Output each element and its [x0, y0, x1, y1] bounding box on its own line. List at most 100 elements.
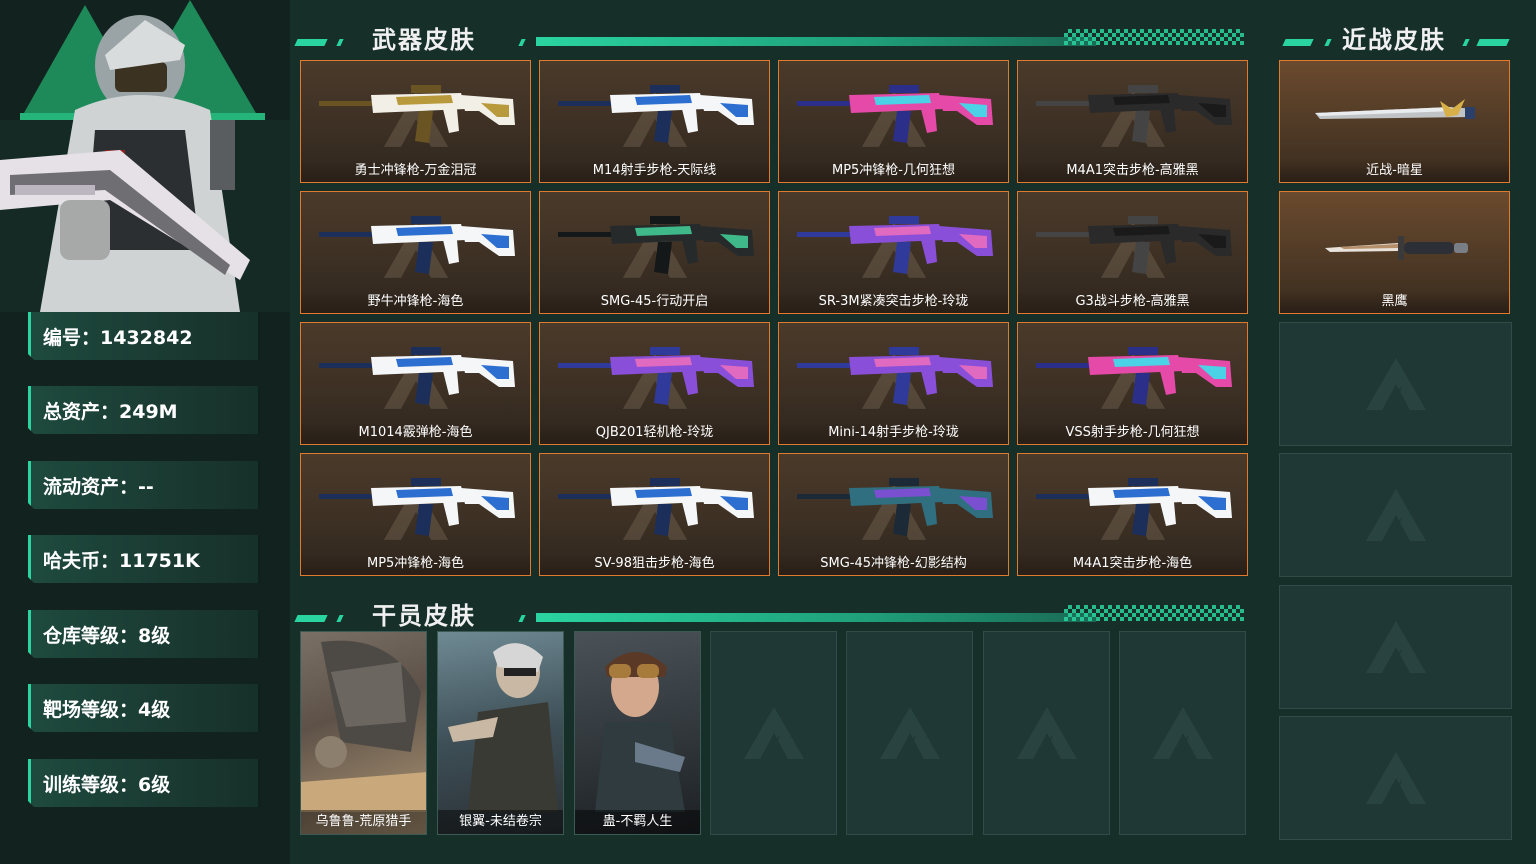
- empty-melee-slot[interactable]: [1279, 716, 1512, 840]
- weapon-skin-card[interactable]: 勇士冲锋枪-万金泪冠: [300, 60, 531, 183]
- empty-operator-slot[interactable]: [983, 631, 1110, 835]
- gun-icon: [558, 216, 754, 274]
- melee-skin-card[interactable]: 黑鹰: [1279, 191, 1510, 314]
- weapon-skin-card[interactable]: MP5冲锋枪-几何狂想: [778, 60, 1009, 183]
- brand-watermark-icon: [1016, 707, 1077, 759]
- weapon-skin-name: Mini-14射手步枪-玲珑: [779, 422, 1008, 444]
- brand-logo-backdrop: [0, 0, 290, 312]
- weapon-skin-name: M1014霰弹枪-海色: [301, 422, 530, 444]
- knife-icon: [1315, 99, 1475, 119]
- weapon-skin-name: 野牛冲锋枪-海色: [301, 291, 530, 313]
- operator-portrait-image: [448, 643, 558, 812]
- brand-watermark-icon: [1365, 621, 1426, 673]
- empty-operator-slot[interactable]: [1119, 631, 1246, 835]
- weapon-skin-name: SV-98狙击步枪-海色: [540, 553, 769, 575]
- gun-icon: [1036, 85, 1232, 143]
- operator-skin-name: 乌鲁鲁-荒原猎手: [301, 810, 426, 834]
- stat-warehouse-level-text: 仓库等级：8级: [43, 624, 171, 647]
- operator-skin-card[interactable]: 乌鲁鲁-荒原猎手: [300, 631, 427, 835]
- gun-icon: [319, 216, 515, 274]
- weapon-skin-card[interactable]: SMG-45冲锋枪-幻影结构: [778, 453, 1009, 576]
- stat-range-level-text: 靶场等级：4级: [43, 698, 171, 721]
- weapon-skin-name: M14射手步枪-天际线: [540, 160, 769, 182]
- stat-training-level-text: 训练等级：6级: [43, 773, 171, 796]
- weapon-skin-card[interactable]: SR-3M紧凑突击步枪-玲珑: [778, 191, 1009, 314]
- melee-skins-title: 近战皮肤: [1342, 26, 1446, 54]
- weapon-skin-name: SR-3M紧凑突击步枪-玲珑: [779, 291, 1008, 313]
- gun-icon: [558, 347, 754, 405]
- gun-icon: [797, 85, 993, 143]
- gun-icon: [319, 347, 515, 405]
- weapon-skin-card[interactable]: M4A1突击步枪-海色: [1017, 453, 1248, 576]
- weapon-skin-card[interactable]: M1014霰弹枪-海色: [300, 322, 531, 445]
- operator-skins-title: 干员皮肤: [372, 602, 476, 630]
- operator-skin-name: 银翼-未结卷宗: [438, 810, 563, 834]
- weapon-skin-card[interactable]: VSS射手步枪-几何狂想: [1017, 322, 1248, 445]
- gun-icon: [1036, 216, 1232, 274]
- empty-melee-slot[interactable]: [1279, 585, 1512, 709]
- weapon-skin-card[interactable]: MP5冲锋枪-海色: [300, 453, 531, 576]
- melee-skin-card[interactable]: 近战-暗星: [1279, 60, 1510, 183]
- operator-skin-name: 蛊-不羁人生: [575, 810, 700, 834]
- weapon-skin-card[interactable]: G3战斗步枪-高雅黑: [1017, 191, 1248, 314]
- brand-watermark-icon: [879, 707, 940, 759]
- melee-skin-name: 近战-暗星: [1280, 160, 1509, 182]
- weapon-skin-name: MP5冲锋枪-海色: [301, 553, 530, 575]
- weapon-skin-name: 勇士冲锋枪-万金泪冠: [301, 160, 530, 182]
- gun-icon: [558, 478, 754, 536]
- weapon-skins-title: 武器皮肤: [372, 26, 476, 54]
- weapon-skin-card[interactable]: SMG-45-行动开启: [539, 191, 770, 314]
- weapon-skin-name: VSS射手步枪-几何狂想: [1018, 422, 1247, 444]
- weapon-skin-card[interactable]: Mini-14射手步枪-玲珑: [778, 322, 1009, 445]
- weapon-skins-header: 武器皮肤: [294, 10, 1246, 54]
- gun-icon: [797, 347, 993, 405]
- operator-portrait-image: [595, 652, 685, 812]
- profile-panel: 编号：1432842 总资产：249M 流动资产：-- 哈夫币：11751K 仓…: [0, 0, 290, 864]
- brand-watermark-icon: [1365, 489, 1426, 541]
- stat-range-level: 靶场等级：4级: [28, 684, 261, 732]
- stat-liquid-assets-text: 流动资产：--: [43, 475, 154, 498]
- knife-icon: [1325, 236, 1468, 260]
- stat-havcoin: 哈夫币：11751K: [28, 535, 261, 583]
- stat-training-level: 训练等级：6级: [28, 759, 261, 807]
- gun-icon: [1036, 347, 1232, 405]
- weapon-skin-name: MP5冲锋枪-几何狂想: [779, 160, 1008, 182]
- operator-skins-header: 干员皮肤: [294, 586, 1246, 630]
- weapon-skin-card[interactable]: SV-98狙击步枪-海色: [539, 453, 770, 576]
- brand-watermark-icon: [1365, 752, 1426, 804]
- weapon-skin-name: SMG-45冲锋枪-幻影结构: [779, 553, 1008, 575]
- weapon-skin-name: QJB201轻机枪-玲珑: [540, 422, 769, 444]
- stat-total-assets: 总资产：249M: [28, 386, 261, 434]
- gun-icon: [319, 85, 515, 143]
- gun-icon: [558, 85, 754, 143]
- weapon-skin-name: M4A1突击步枪-高雅黑: [1018, 160, 1247, 182]
- melee-skin-name: 黑鹰: [1280, 291, 1509, 313]
- operator-skin-card[interactable]: 银翼-未结卷宗: [437, 631, 564, 835]
- stat-liquid-assets: 流动资产：--: [28, 461, 261, 509]
- weapon-skin-name: SMG-45-行动开启: [540, 291, 769, 313]
- weapon-skin-card[interactable]: QJB201轻机枪-玲珑: [539, 322, 770, 445]
- brand-watermark-icon: [743, 707, 804, 759]
- stat-id: 编号：1432842: [28, 312, 261, 360]
- operator-portrait: [0, 0, 290, 312]
- operator-skin-card[interactable]: 蛊-不羁人生: [574, 631, 701, 835]
- stat-warehouse-level: 仓库等级：8级: [28, 610, 261, 658]
- stat-havcoin-text: 哈夫币：11751K: [43, 549, 200, 572]
- brand-watermark-icon: [1365, 358, 1426, 410]
- gun-icon: [797, 478, 993, 536]
- weapon-skin-name: M4A1突击步枪-海色: [1018, 553, 1247, 575]
- empty-operator-slot[interactable]: [710, 631, 837, 835]
- weapon-skin-card[interactable]: 野牛冲锋枪-海色: [300, 191, 531, 314]
- gun-icon: [319, 478, 515, 536]
- weapon-skin-card[interactable]: M14射手步枪-天际线: [539, 60, 770, 183]
- stat-id-text: 编号：1432842: [43, 326, 193, 349]
- melee-skins-header: 近战皮肤: [1282, 10, 1512, 54]
- operator-portrait-image: [301, 640, 426, 812]
- brand-watermark-icon: [1152, 707, 1213, 759]
- gun-icon: [797, 216, 993, 274]
- weapon-skin-name: G3战斗步枪-高雅黑: [1018, 291, 1247, 313]
- empty-operator-slot[interactable]: [846, 631, 973, 835]
- weapon-skin-card[interactable]: M4A1突击步枪-高雅黑: [1017, 60, 1248, 183]
- empty-melee-slot[interactable]: [1279, 453, 1512, 577]
- empty-melee-slot[interactable]: [1279, 322, 1512, 446]
